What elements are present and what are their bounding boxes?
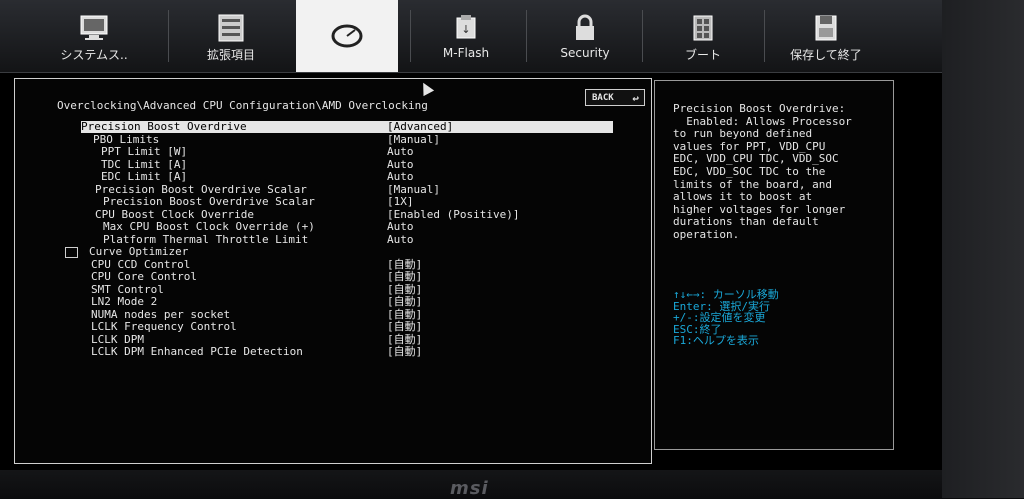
setting-platform-thermal-throttle-limit[interactable]: Platform Thermal Throttle Limit Auto <box>81 232 613 246</box>
tab-settings[interactable]: 拡張項目 <box>178 0 284 72</box>
setting-lclk-dpm-enhanced-pcie-detection[interactable]: LCLK DPM Enhanced PCIe Detection [自動] <box>81 346 613 358</box>
setting-pbo-scalar-mode[interactable]: Precision Boost Overdrive Scalar [Manual… <box>81 182 613 196</box>
setting-cpu-boost-clock-override[interactable]: CPU Boost Clock Override [Enabled (Posit… <box>81 207 613 221</box>
setting-name: PBO Limits <box>93 132 160 146</box>
setting-value: Auto <box>387 220 414 233</box>
setting-value: [自動] <box>387 320 423 333</box>
setting-name: EDC Limit [A] <box>101 170 188 183</box>
security-icon <box>576 14 594 40</box>
setting-name: SMT Control <box>91 282 164 296</box>
return-arrow-icon: ↩ <box>632 92 639 105</box>
setting-smt-control[interactable]: SMT Control [自動] <box>81 282 613 296</box>
setting-name: CPU Core Control <box>91 270 197 283</box>
tab-label: ブート <box>684 48 721 62</box>
setting-edc-limit[interactable]: EDC Limit [A] Auto <box>81 171 613 183</box>
setting-ln2-mode-2[interactable]: LN2 Mode 2 [自動] <box>81 296 613 308</box>
save-exit-icon <box>815 15 837 41</box>
setting-value: [自動] <box>387 332 423 346</box>
setting-max-cpu-boost-clock-override[interactable]: Max CPU Boost Clock Override (+) Auto <box>81 221 613 233</box>
setting-name: PPT Limit [W] <box>101 145 188 158</box>
setting-cpu-core-control[interactable]: CPU Core Control [自動] <box>81 271 613 283</box>
setting-name: Max CPU Boost Clock Override (+) <box>103 220 315 233</box>
setting-value: [Manual] <box>387 132 440 146</box>
tab-label: M-Flash <box>442 46 490 60</box>
tab-m-flash[interactable]: ↓ M-Flash <box>420 0 512 72</box>
setting-name: Platform Thermal Throttle Limit <box>103 232 309 246</box>
monitor-right-edge <box>942 0 1024 498</box>
tab-security[interactable]: Security <box>540 0 630 72</box>
breadcrumb: Overclocking\Advanced CPU Configuration\… <box>57 99 428 112</box>
m-flash-icon: ↓ <box>456 15 476 39</box>
setting-value: Auto <box>387 157 414 171</box>
monitor-logo: msi <box>450 478 489 499</box>
system-status-icon <box>80 15 108 40</box>
setting-name: NUMA nodes per socket <box>91 307 231 321</box>
key-help: ↑↓←→: カーソル移動 Enter: 選択/実行 +/-:設定値を変更 ESC… <box>673 288 779 348</box>
tab-boot[interactable]: ブート <box>656 0 750 72</box>
setting-name: Precision Boost Overdrive Scalar <box>95 182 307 196</box>
setting-lclk-frequency-control[interactable]: LCLK Frequency Control [自動] <box>81 321 613 333</box>
setting-name: TDC Limit [A] <box>101 157 188 171</box>
setting-tdc-limit[interactable]: TDC Limit [A] Auto <box>81 157 613 171</box>
setting-value: [自動] <box>387 257 423 271</box>
setting-value: [自動] <box>387 270 423 283</box>
setting-value: [1X] <box>387 195 414 208</box>
setting-name: LCLK DPM <box>91 332 144 346</box>
tab-overclocking[interactable] <box>296 0 398 72</box>
svg-text:↓: ↓ <box>461 23 470 36</box>
tab-system-status[interactable]: システムス.. <box>36 0 152 72</box>
setting-value: Auto <box>387 232 414 246</box>
setting-name: LCLK DPM Enhanced PCIe Detection <box>91 345 303 358</box>
setting-name: Precision Boost Overdrive <box>81 120 247 133</box>
setting-name: Precision Boost Overdrive Scalar <box>103 195 315 208</box>
setting-cpu-ccd-control[interactable]: CPU CCD Control [自動] <box>81 257 613 271</box>
setting-value: Auto <box>387 170 414 183</box>
tab-label: Security <box>560 46 610 60</box>
setting-value: [自動] <box>387 307 423 321</box>
setting-value: [Manual] <box>387 182 440 196</box>
help-panel: Precision Boost Overdrive: Enabled: Allo… <box>654 80 894 450</box>
top-navigation: システムス.. 拡張項目 ↓ M-Flash Security ブート 保存して… <box>0 0 942 73</box>
overclock-gauge-icon <box>331 24 363 48</box>
setting-name: CPU CCD Control <box>91 257 191 271</box>
setting-pbo-scalar-value[interactable]: Precision Boost Overdrive Scalar [1X] <box>81 196 613 208</box>
tab-label: 拡張項目 <box>206 48 255 62</box>
setting-pbo-limits[interactable]: PBO Limits [Manual] <box>81 132 613 146</box>
setting-value: [自動] <box>387 345 423 358</box>
setting-ppt-limit[interactable]: PPT Limit [W] Auto <box>81 146 613 158</box>
setting-lclk-dpm[interactable]: LCLK DPM [自動] <box>81 332 613 346</box>
setting-value: [自動] <box>387 282 423 296</box>
setting-name: CPU Boost Clock Override <box>95 207 254 221</box>
setting-precision-boost-overdrive[interactable]: Precision Boost Overdrive [Advanced] <box>81 121 613 133</box>
settings-icon <box>218 14 244 42</box>
setting-name: LN2 Mode 2 <box>91 295 158 308</box>
back-button[interactable]: BACK ↩ <box>585 89 645 106</box>
settings-panel: Overclocking\Advanced CPU Configuration\… <box>14 78 652 464</box>
setting-value: [Enabled (Positive)] <box>387 207 520 221</box>
back-button-label: BACK <box>592 93 614 103</box>
tab-label: 保存して終了 <box>790 48 862 62</box>
help-description: Precision Boost Overdrive: Enabled: Allo… <box>673 102 852 241</box>
boot-icon <box>693 15 713 41</box>
setting-name: LCLK Frequency Control <box>91 320 237 333</box>
submenu-icon <box>65 247 78 258</box>
setting-name: Curve Optimizer <box>89 245 189 258</box>
tab-label: システムス.. <box>60 48 128 62</box>
setting-value: [自動] <box>387 295 423 308</box>
setting-value: Auto <box>387 145 414 158</box>
tab-save-exit[interactable]: 保存して終了 <box>776 0 876 72</box>
setting-value: [Advanced] <box>387 120 454 133</box>
setting-numa-nodes-per-socket[interactable]: NUMA nodes per socket [自動] <box>81 307 613 321</box>
submenu-curve-optimizer[interactable]: Curve Optimizer <box>65 245 613 258</box>
